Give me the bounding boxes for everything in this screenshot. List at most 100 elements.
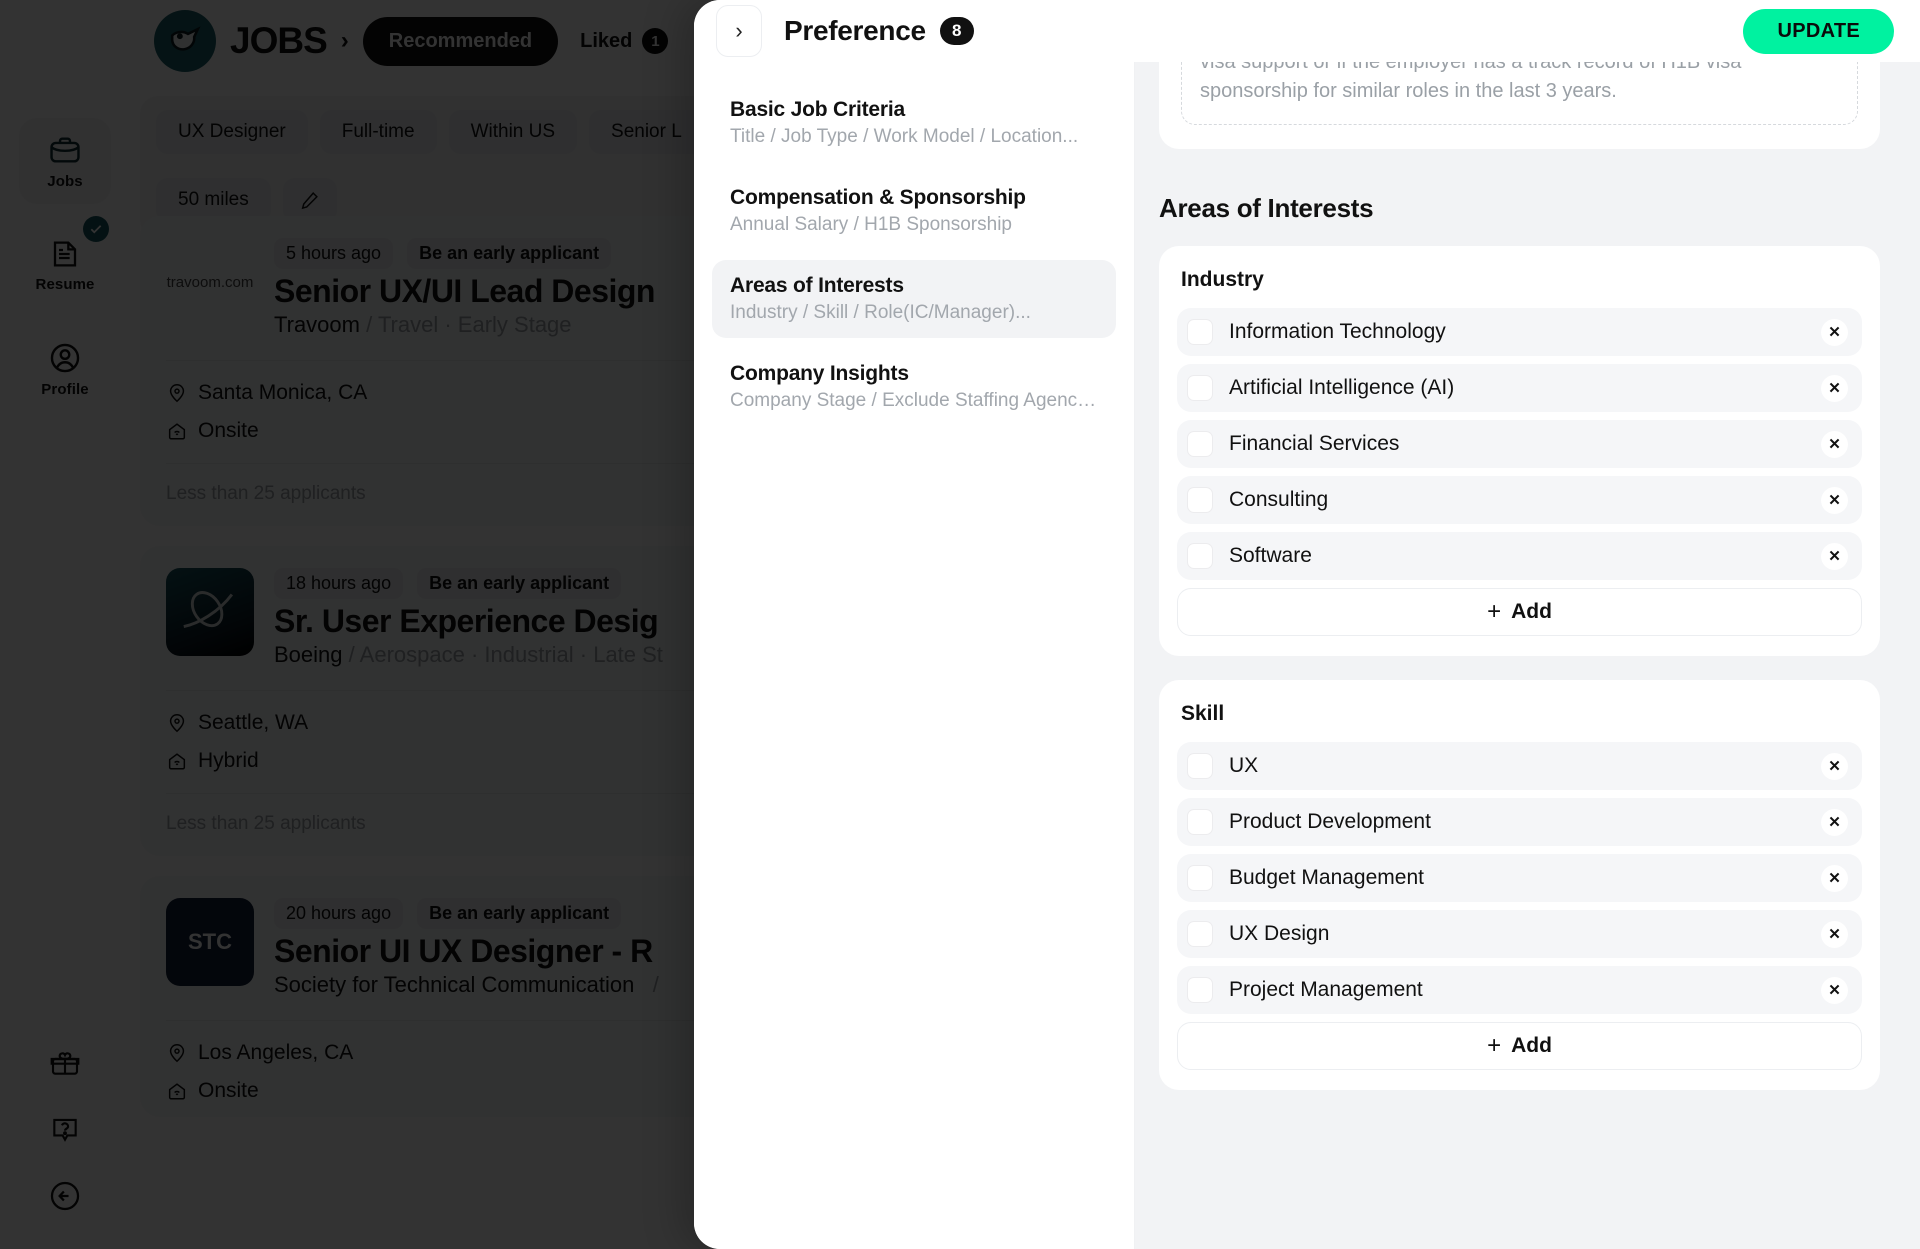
option-row[interactable]: Financial Services ✕ bbox=[1177, 420, 1862, 468]
add-skill-button[interactable]: + Add bbox=[1177, 1022, 1862, 1070]
chevron-right-icon[interactable]: › bbox=[716, 5, 762, 57]
group-card-industry: Industry Information Technology ✕ Artifi… bbox=[1159, 246, 1880, 656]
job-applicants: Less than 25 applicants bbox=[166, 483, 366, 504]
close-icon[interactable]: ✕ bbox=[1821, 318, 1848, 346]
page-title: JOBS bbox=[230, 20, 328, 61]
h1b-info-note: H1B sponsorship tag is assigned when a j… bbox=[1181, 62, 1858, 125]
job-work-model: Onsite bbox=[166, 419, 740, 443]
company-logo: travoom.com bbox=[166, 273, 254, 291]
update-button[interactable]: UPDATE bbox=[1743, 8, 1894, 54]
job-company: Travoom / Travel · Early Stage bbox=[274, 312, 572, 337]
job-company: Society for Technical Communication / bbox=[274, 972, 659, 997]
tab-recommended[interactable]: Recommended bbox=[362, 16, 559, 66]
job-title: Senior UX/UI Lead Design bbox=[274, 273, 655, 309]
close-icon[interactable]: ✕ bbox=[1821, 864, 1848, 892]
gift-icon[interactable] bbox=[49, 1047, 81, 1079]
nav-item-company-insights[interactable]: Company Insights Company Stage / Exclude… bbox=[712, 348, 1116, 426]
option-row[interactable]: Artificial Intelligence (AI) ✕ bbox=[1177, 364, 1862, 412]
checkbox[interactable] bbox=[1187, 809, 1213, 835]
job-title: Sr. User Experience Desig bbox=[274, 603, 659, 639]
add-industry-button[interactable]: + Add bbox=[1177, 588, 1862, 636]
tab-liked-count: 1 bbox=[642, 28, 669, 54]
job-work-model: Onsite bbox=[166, 1079, 740, 1103]
close-icon[interactable]: ✕ bbox=[1821, 374, 1848, 402]
job-early-applicant-tag: Be an early applicant bbox=[417, 568, 622, 599]
option-label: Product Development bbox=[1229, 810, 1431, 833]
option-row[interactable]: Product Development ✕ bbox=[1177, 798, 1862, 846]
nav-item-compensation-sponsorship[interactable]: Compensation & Sponsorship Annual Salary… bbox=[712, 172, 1116, 250]
filter-chip-title[interactable]: UX Designer bbox=[156, 110, 308, 154]
close-icon[interactable]: ✕ bbox=[1821, 542, 1848, 570]
left-nav-rail: Jobs Resume Profile bbox=[0, 0, 130, 1249]
rail-label-profile: Profile bbox=[41, 380, 89, 398]
close-icon[interactable]: ✕ bbox=[1821, 976, 1848, 1004]
filter-chip-jobtype[interactable]: Full-time bbox=[319, 110, 437, 154]
preference-modal-body: Basic Job Criteria Title / Job Type / Wo… bbox=[694, 62, 1920, 1249]
resume-complete-badge bbox=[83, 216, 109, 242]
option-row[interactable]: Project Management ✕ bbox=[1177, 966, 1862, 1014]
bird-logo[interactable] bbox=[154, 10, 216, 72]
close-icon[interactable]: ✕ bbox=[1821, 486, 1848, 514]
option-label: Artificial Intelligence (AI) bbox=[1229, 376, 1455, 399]
group-label-skill: Skill bbox=[1181, 702, 1225, 725]
option-row[interactable]: Software ✕ bbox=[1177, 532, 1862, 580]
option-row[interactable]: UX Design ✕ bbox=[1177, 910, 1862, 958]
option-row[interactable]: Information Technology ✕ bbox=[1177, 308, 1862, 356]
nav-item-title: Compensation & Sponsorship bbox=[730, 186, 1026, 209]
screen-root: Jobs Resume Profile JOBS › Recommended L… bbox=[0, 0, 1920, 1249]
job-posted-time: 18 hours ago bbox=[274, 568, 404, 599]
preference-modal: › Preference 8 UPDATE Basic Job Criteria… bbox=[694, 0, 1920, 1249]
checkbox[interactable] bbox=[1187, 487, 1213, 513]
close-icon[interactable]: ✕ bbox=[1821, 430, 1848, 458]
job-early-applicant-tag: Be an early applicant bbox=[407, 238, 612, 269]
rail-item-profile[interactable]: Profile bbox=[19, 326, 111, 412]
checkbox[interactable] bbox=[1187, 319, 1213, 345]
preference-content-scroll[interactable]: H1B sponsorship tag is assigned when a j… bbox=[1135, 62, 1920, 1249]
nav-item-basic-job-criteria[interactable]: Basic Job Criteria Title / Job Type / Wo… bbox=[712, 84, 1116, 162]
nav-item-subtitle: Company Stage / Exclude Staffing Agency.… bbox=[730, 390, 1098, 411]
checkbox[interactable] bbox=[1187, 865, 1213, 891]
add-label: Add bbox=[1511, 1034, 1552, 1057]
collapse-back-icon[interactable] bbox=[48, 1179, 82, 1213]
rail-item-resume[interactable]: Resume bbox=[19, 216, 111, 308]
option-row[interactable]: Consulting ✕ bbox=[1177, 476, 1862, 524]
plus-icon: + bbox=[1487, 598, 1502, 625]
filter-chip-level[interactable]: Senior L bbox=[589, 110, 704, 154]
help-icon[interactable] bbox=[49, 1113, 81, 1145]
group-label-industry: Industry bbox=[1181, 268, 1264, 291]
option-label: UX bbox=[1229, 754, 1259, 777]
option-row[interactable]: UX ✕ bbox=[1177, 742, 1862, 790]
option-label: UX Design bbox=[1229, 922, 1330, 945]
h1b-info-line-2: sponsorship for similar roles in the las… bbox=[1200, 80, 1617, 102]
rail-label-resume: Resume bbox=[35, 275, 95, 293]
nav-item-title: Basic Job Criteria bbox=[730, 98, 905, 121]
option-label: Project Management bbox=[1229, 978, 1423, 1001]
option-label: Consulting bbox=[1229, 488, 1329, 511]
job-applicants: Less than 25 applicants bbox=[166, 813, 366, 834]
job-early-applicant-tag: Be an early applicant bbox=[417, 898, 622, 929]
nav-item-areas-of-interests[interactable]: Areas of Interests Industry / Skill / Ro… bbox=[712, 260, 1116, 338]
job-title: Senior UI UX Designer - R bbox=[274, 933, 653, 969]
checkbox[interactable] bbox=[1187, 921, 1213, 947]
checkbox[interactable] bbox=[1187, 375, 1213, 401]
section-title-areas-of-interests: Areas of Interests bbox=[1159, 193, 1374, 223]
company-logo bbox=[166, 568, 254, 656]
checkbox[interactable] bbox=[1187, 753, 1213, 779]
rail-item-jobs[interactable]: Jobs bbox=[19, 118, 111, 204]
tab-liked[interactable]: Liked 1 bbox=[572, 15, 676, 67]
close-icon[interactable]: ✕ bbox=[1821, 808, 1848, 836]
job-company: Boeing / Aerospace · Industrial · Late S… bbox=[274, 642, 663, 667]
option-row[interactable]: Budget Management ✕ bbox=[1177, 854, 1862, 902]
option-label: Budget Management bbox=[1229, 866, 1424, 889]
tab-liked-label: Liked bbox=[580, 29, 633, 52]
filter-chip-location[interactable]: Within US bbox=[448, 110, 578, 154]
job-posted-time: 5 hours ago bbox=[274, 238, 394, 269]
close-icon[interactable]: ✕ bbox=[1821, 920, 1848, 948]
close-icon[interactable]: ✕ bbox=[1821, 752, 1848, 780]
checkbox[interactable] bbox=[1187, 543, 1213, 569]
checkbox[interactable] bbox=[1187, 431, 1213, 457]
checkbox[interactable] bbox=[1187, 977, 1213, 1003]
document-icon bbox=[49, 238, 81, 270]
h1b-info-card: H1B sponsorship tag is assigned when a j… bbox=[1159, 62, 1880, 149]
briefcase-icon bbox=[48, 133, 82, 167]
